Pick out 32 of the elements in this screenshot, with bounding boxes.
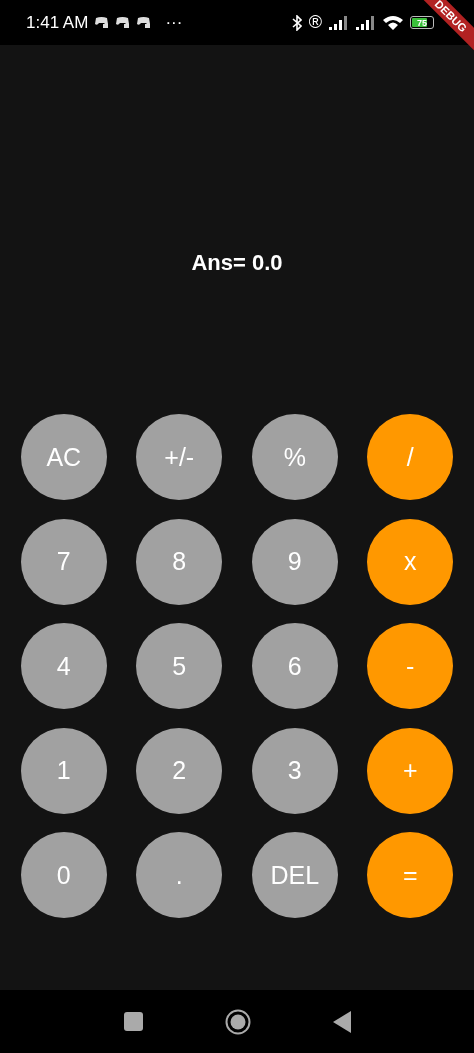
calculator-key[interactable]: 8 <box>136 518 223 605</box>
calculator-key[interactable]: 4 <box>20 623 107 709</box>
calculator-key[interactable]: 2 <box>136 727 223 814</box>
calculator-key[interactable]: x <box>367 518 454 605</box>
calculator-key[interactable]: AC <box>20 414 107 500</box>
calculator-key[interactable]: DEL <box>251 832 338 918</box>
calculator-key[interactable]: + <box>367 727 454 814</box>
registered-mark: ® <box>308 12 322 33</box>
calculator-key[interactable]: 1 <box>20 727 107 814</box>
back-icon[interactable] <box>332 1010 351 1033</box>
signal-icon <box>329 15 349 30</box>
battery-percent: 75 <box>416 17 428 28</box>
home-icon[interactable] <box>224 1008 251 1035</box>
signal-icon <box>356 15 376 30</box>
calculator-key[interactable]: 9 <box>251 518 338 605</box>
wifi-icon <box>383 15 403 30</box>
more-notifications: ··· <box>165 12 183 33</box>
calculator-key[interactable]: - <box>367 623 454 709</box>
calculator-key[interactable]: 5 <box>136 623 223 709</box>
calculator-key[interactable]: +/- <box>136 414 223 500</box>
calculator-key[interactable]: . <box>136 832 223 918</box>
calculator-key[interactable]: / <box>367 414 454 500</box>
result-display: Ans= 0.0 <box>191 250 283 277</box>
bluetooth-icon <box>291 14 302 31</box>
calculator-key[interactable]: 7 <box>20 518 107 605</box>
status-time: 1:41 AM <box>26 12 89 33</box>
calculator-key[interactable]: % <box>251 414 338 500</box>
calculator-key[interactable]: 6 <box>251 623 338 709</box>
calculator-key[interactable]: 3 <box>251 727 338 814</box>
recent-apps-icon[interactable] <box>123 1012 143 1031</box>
calculator-key[interactable]: = <box>367 832 454 918</box>
calculator-key[interactable]: 0 <box>20 832 107 918</box>
